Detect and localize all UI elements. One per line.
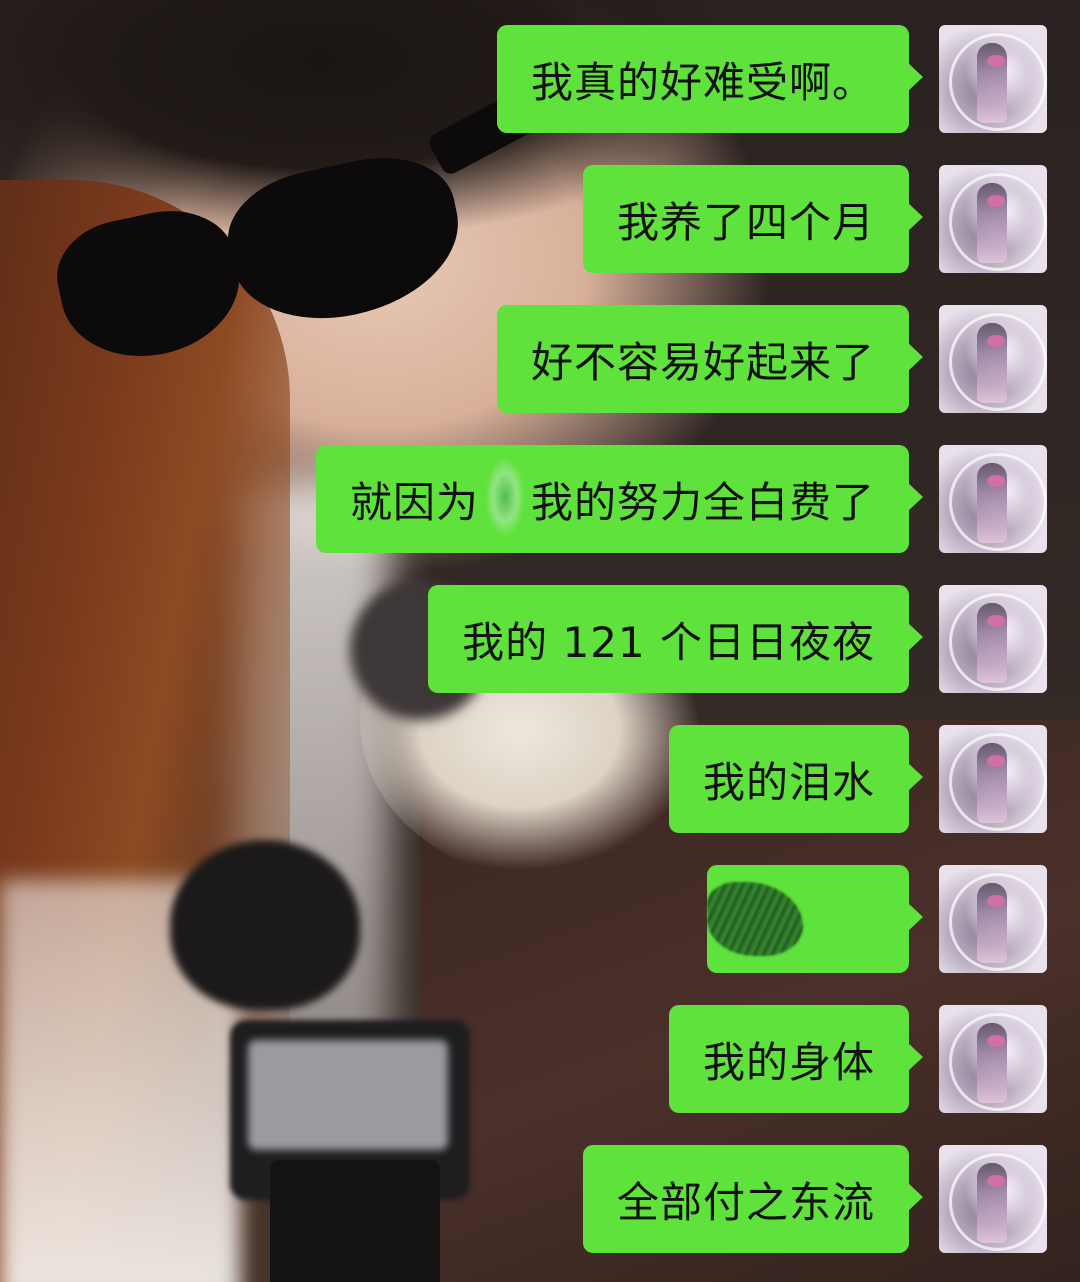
message-row: 我的身体 <box>668 1005 1047 1113</box>
message-text: 就因为 <box>349 477 479 527</box>
avatar-icon[interactable] <box>939 865 1047 973</box>
avatar-icon[interactable] <box>939 165 1047 273</box>
avatar-icon[interactable] <box>939 585 1047 693</box>
message-bubble[interactable]: 我的泪水 <box>668 725 924 833</box>
message-row: 就因为 我的努力全白费了 <box>315 445 1047 553</box>
message-text: 全部付之东流 <box>616 1177 875 1227</box>
redaction-scribble <box>707 882 803 956</box>
message-text: 我的泪水 <box>702 757 875 807</box>
message-row: 我养了四个月 <box>582 165 1047 273</box>
message-bubble[interactable] <box>707 865 923 973</box>
avatar-icon[interactable] <box>939 1145 1047 1253</box>
message-bubble[interactable]: 我的 121 个日日夜夜 <box>428 585 923 693</box>
message-text: 我养了四个月 <box>616 197 875 247</box>
message-bubble[interactable]: 我养了四个月 <box>582 165 924 273</box>
message-text: 我的 121 个日日夜夜 <box>462 617 875 667</box>
message-bubble[interactable]: 好不容易好起来了 <box>496 305 924 413</box>
avatar-icon[interactable] <box>939 445 1047 553</box>
message-text: 我的努力全白费了 <box>530 477 875 527</box>
redaction-mark <box>482 449 527 549</box>
message-text: 好不容易好起来了 <box>530 337 875 387</box>
message-text: 我真的好难受啊。 <box>530 57 875 107</box>
message-bubble[interactable]: 全部付之东流 <box>582 1145 924 1253</box>
message-text: 我的身体 <box>702 1037 875 1087</box>
avatar-icon[interactable] <box>939 725 1047 833</box>
message-row: 好不容易好起来了 <box>496 305 1047 413</box>
message-bubble[interactable]: 我的身体 <box>668 1005 924 1113</box>
avatar-icon[interactable] <box>939 305 1047 413</box>
avatar-icon[interactable] <box>939 25 1047 133</box>
chat-thread: 我真的好难受啊。 我养了四个月 好不容易好起来了 就因为 我的努力全白费了 我的… <box>0 0 1080 1282</box>
message-bubble[interactable]: 我真的好难受啊。 <box>496 25 924 133</box>
message-row: 我的 121 个日日夜夜 <box>428 585 1047 693</box>
message-bubble[interactable]: 就因为 我的努力全白费了 <box>315 445 924 553</box>
avatar-icon[interactable] <box>939 1005 1047 1113</box>
message-row: 全部付之东流 <box>582 1145 1047 1253</box>
message-row <box>707 865 1047 973</box>
message-row: 我的泪水 <box>668 725 1047 833</box>
message-row: 我真的好难受啊。 <box>496 25 1047 133</box>
